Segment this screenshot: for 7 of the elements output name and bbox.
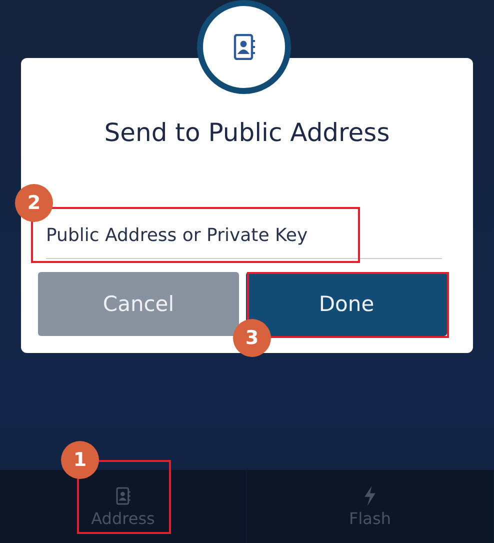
address-book-icon	[232, 34, 256, 60]
cancel-button[interactable]: Cancel	[38, 272, 239, 336]
step-number: 1	[61, 441, 99, 479]
address-input[interactable]: Public Address or Private Key	[46, 219, 442, 259]
address-book-icon	[115, 486, 131, 506]
lightning-icon	[362, 486, 378, 506]
dialog-title: Send to Public Address	[104, 118, 390, 147]
